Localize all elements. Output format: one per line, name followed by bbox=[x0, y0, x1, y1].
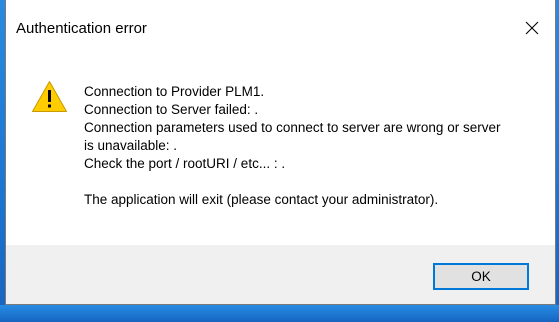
warning-icon bbox=[32, 81, 67, 112]
ok-button-label: OK bbox=[471, 269, 491, 284]
ok-button[interactable]: OK bbox=[433, 263, 529, 290]
message-line: is unavailable: . bbox=[84, 138, 178, 153]
desktop-background-bottom bbox=[0, 305, 559, 322]
error-message: Connection to Provider PLM1. Connection … bbox=[84, 83, 544, 209]
authentication-error-dialog: Authentication error Connection to Provi… bbox=[5, 0, 556, 305]
message-spacer bbox=[84, 173, 544, 191]
title-bar[interactable]: Authentication error bbox=[6, 0, 555, 55]
message-line: Connection to Provider PLM1. bbox=[84, 84, 265, 99]
close-icon bbox=[525, 21, 539, 35]
message-line: Check the port / rootURI / etc... : . bbox=[84, 156, 286, 171]
message-line: Connection parameters used to connect to… bbox=[84, 120, 501, 135]
exit-message: The application will exit (please contac… bbox=[84, 192, 439, 207]
close-button[interactable] bbox=[509, 10, 555, 46]
message-line: Connection to Server failed: . bbox=[84, 102, 259, 117]
dialog-title: Authentication error bbox=[16, 20, 147, 37]
button-bar: OK bbox=[6, 245, 555, 304]
dialog-content: Connection to Provider PLM1. Connection … bbox=[6, 55, 555, 245]
